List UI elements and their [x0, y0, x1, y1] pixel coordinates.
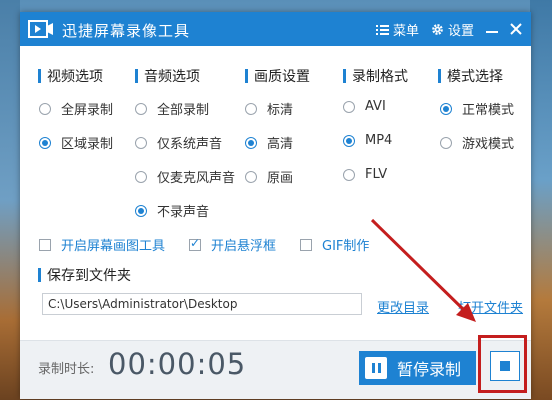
radio-region[interactable]: 区域录制: [39, 133, 113, 152]
section-mode-title: 模式选择: [438, 66, 503, 86]
settings-label: 设置: [448, 24, 475, 39]
section-audio-title: 音频选项: [135, 66, 200, 86]
settings-button[interactable]: 设置: [431, 20, 474, 39]
pause-recording-button[interactable]: 暂停录制: [359, 351, 476, 385]
section-video-title: 视频选项: [38, 66, 103, 86]
minimize-icon[interactable]: [485, 22, 499, 36]
menu-label: 菜单: [393, 24, 420, 39]
radio-quality-original[interactable]: 原画: [245, 167, 293, 186]
close-icon[interactable]: [509, 22, 523, 36]
radio-audio-all[interactable]: 全部录制: [135, 99, 209, 118]
radio-fullscreen[interactable]: 全屏录制: [39, 99, 113, 118]
title-bar[interactable]: 迅捷屏幕录像工具 菜单 设置: [20, 12, 531, 46]
radio-audio-none[interactable]: 不录声音: [135, 201, 209, 220]
change-directory-link[interactable]: 更改目录: [377, 297, 429, 316]
duration-label: 录制时长:: [38, 362, 95, 377]
radio-mode-normal[interactable]: 正常模式: [440, 99, 514, 118]
gear-icon: [432, 24, 443, 35]
menu-icon: [376, 24, 389, 35]
radio-format-flv[interactable]: FLV: [343, 167, 387, 182]
pause-recording-label: 暂停录制: [397, 360, 462, 379]
app-logo-icon: [28, 20, 53, 38]
radio-audio-system[interactable]: 仅系统声音: [135, 133, 222, 152]
app-title: 迅捷屏幕录像工具: [62, 22, 191, 40]
radio-mode-game[interactable]: 游戏模式: [440, 133, 514, 152]
recording-timer: 00:00:05: [108, 347, 247, 381]
menu-button[interactable]: 菜单: [376, 20, 419, 39]
radio-quality-hd[interactable]: 高清: [245, 133, 293, 152]
stop-recording-button[interactable]: [490, 351, 520, 381]
pause-icon: [365, 357, 387, 379]
radio-format-mp4[interactable]: MP4: [343, 133, 392, 148]
checkbox-gif[interactable]: GIF制作: [300, 235, 369, 254]
radio-format-avi[interactable]: AVI: [343, 99, 386, 114]
section-quality-title: 画质设置: [245, 66, 310, 86]
desktop-background-left: [0, 0, 20, 400]
checkbox-floating-window[interactable]: 开启悬浮框: [189, 235, 276, 254]
stop-icon: [500, 361, 510, 371]
section-format-title: 录制格式: [343, 66, 408, 86]
open-folder-link[interactable]: 打开文件夹: [458, 297, 523, 316]
checkbox-draw-tool[interactable]: 开启屏幕画图工具: [39, 235, 165, 254]
app-window: 迅捷屏幕录像工具 菜单 设置 视频选项 音频选项 画质设置 录制格式 模式选择 …: [20, 12, 531, 399]
radio-quality-sd[interactable]: 标清: [245, 99, 293, 118]
desktop-background-right: [530, 0, 552, 400]
radio-audio-mic[interactable]: 仅麦克风声音: [135, 167, 235, 186]
save-path-input[interactable]: [42, 293, 362, 315]
save-folder-title: 保存到文件夹: [38, 265, 131, 285]
bottom-bar: 录制时长: 00:00:05 暂停录制: [20, 340, 531, 399]
